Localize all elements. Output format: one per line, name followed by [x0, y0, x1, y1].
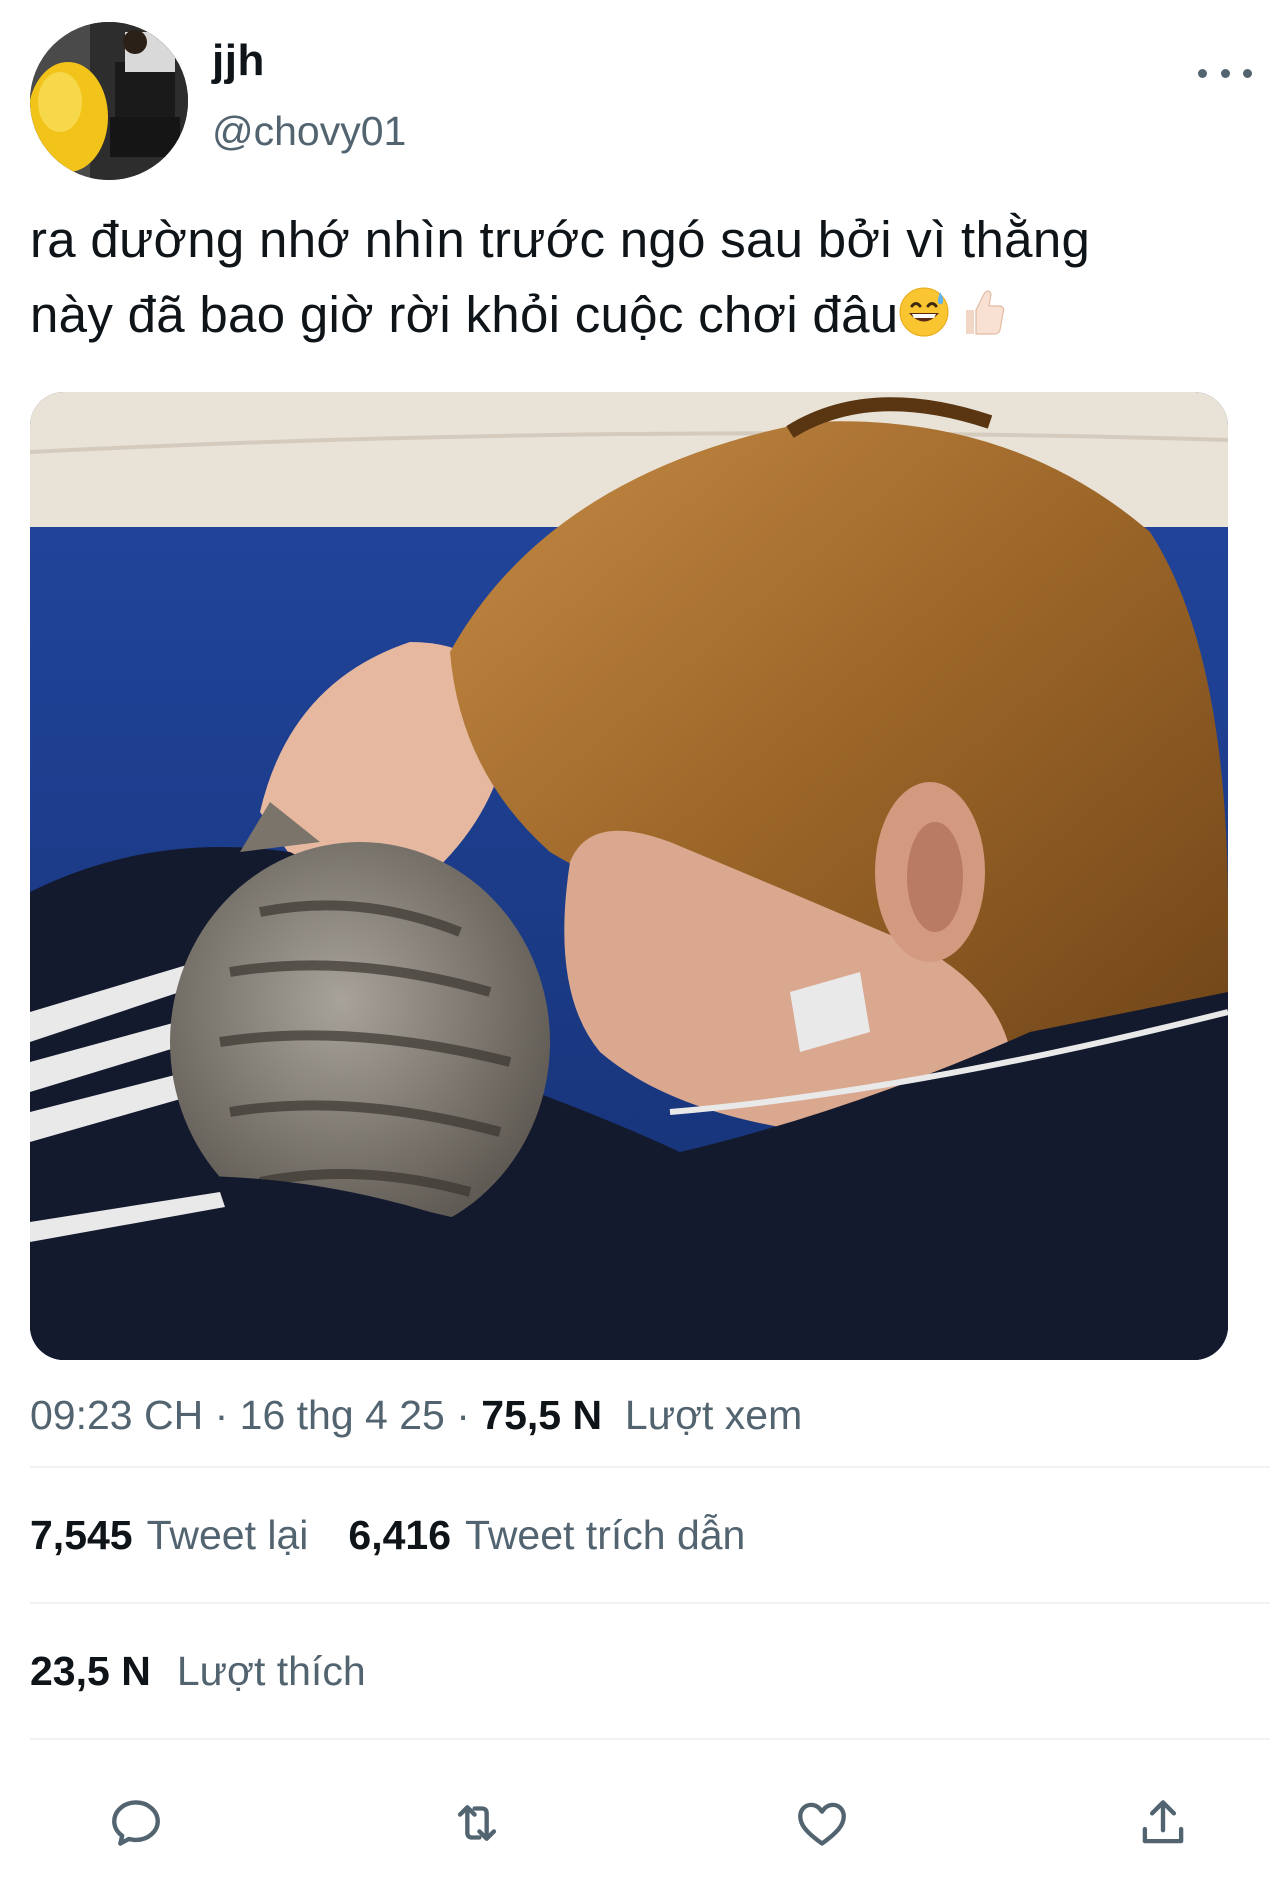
- likes-count: 23,5 N: [30, 1648, 151, 1694]
- tweet-meta: 09:23 CH · 16 thg 4 25 · 75,5 N Lượt xem: [30, 1392, 802, 1439]
- avatar[interactable]: [30, 22, 188, 180]
- meta-separator: ·: [444, 1392, 482, 1438]
- thumbs-up-light-skin-emoji: [958, 283, 1006, 358]
- like-icon: [798, 1802, 846, 1846]
- retweets-count: 7,545: [30, 1512, 133, 1558]
- likes-stat[interactable]: 23,5 N Lượt thích: [30, 1648, 366, 1695]
- meta-separator: ·: [203, 1392, 240, 1438]
- tweet-date: 16 thg 4 25: [239, 1392, 445, 1438]
- more-dot-icon: [1198, 68, 1207, 78]
- views-count: 75,5 N: [481, 1392, 603, 1438]
- grinning-sweat-emoji: [898, 283, 950, 358]
- quotes-label: Tweet trích dẫn: [465, 1512, 746, 1558]
- share-button[interactable]: [1128, 1788, 1198, 1858]
- views-label: Lượt xem: [624, 1392, 803, 1438]
- tweet-text-line-1: ra đường nhớ nhìn trước ngó sau bởi vì t…: [30, 211, 1091, 268]
- quotes-stat[interactable]: 6,416 Tweet trích dẫn: [348, 1512, 745, 1558]
- divider: [30, 1466, 1270, 1468]
- share-icon: [1142, 1800, 1184, 1844]
- divider: [30, 1602, 1270, 1604]
- photo-illustration: [30, 392, 1228, 1360]
- retweets-label: Tweet lại: [146, 1512, 309, 1558]
- tweet-photo[interactable]: [30, 392, 1228, 1360]
- tweet-text-line-2-content: này đã bao giờ rời khỏi cuộc chơi đâu: [30, 286, 899, 343]
- tweet-header: jjh @chovy01: [0, 0, 1284, 190]
- more-dot-icon: [1243, 68, 1252, 78]
- reply-icon: [112, 1800, 160, 1846]
- retweets-stat[interactable]: 7,545 Tweet lại: [30, 1512, 308, 1558]
- more-dot-icon: [1220, 68, 1230, 78]
- tweet-text: ra đường nhớ nhìn trước ngó sau bởi vì t…: [30, 202, 1230, 358]
- tweet-text-line-2: này đã bao giờ rời khỏi cuộc chơi đâu: [30, 277, 1230, 358]
- quotes-count: 6,416: [348, 1512, 452, 1558]
- retweet-button[interactable]: [442, 1788, 512, 1858]
- display-name[interactable]: jjh: [212, 36, 265, 86]
- retweet-quote-stats: 7,545 Tweet lại 6,416 Tweet trích dẫn: [30, 1512, 745, 1559]
- more-options-button[interactable]: [1198, 58, 1252, 88]
- user-handle[interactable]: @chovy01: [212, 108, 406, 155]
- tweet-time: 09:23 CH: [30, 1392, 204, 1438]
- likes-label: Lượt thích: [176, 1648, 366, 1694]
- divider: [30, 1738, 1270, 1740]
- reply-button[interactable]: [101, 1788, 171, 1858]
- like-button[interactable]: [787, 1788, 857, 1858]
- retweet-icon: [457, 1805, 497, 1841]
